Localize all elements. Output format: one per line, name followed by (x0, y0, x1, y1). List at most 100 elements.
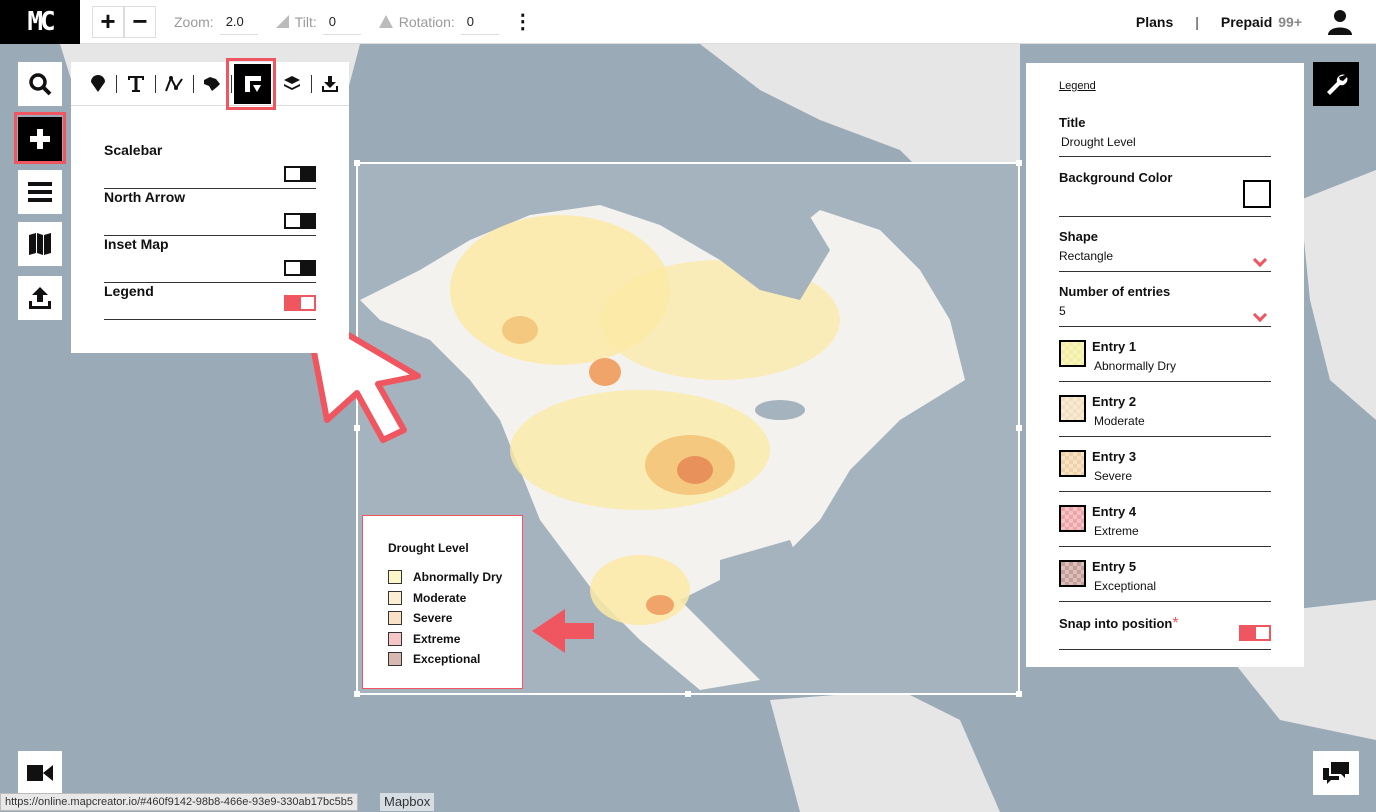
title-input[interactable]: Drought Level (1061, 135, 1271, 149)
map-legend[interactable]: Drought Level Abnormally Dry Moderate Se… (362, 515, 523, 689)
entry-color-swatch[interactable] (1059, 450, 1086, 477)
entry-name: Entry 4 (1092, 504, 1137, 519)
inset-map-option: Inset Map (104, 236, 316, 283)
legend-entry: Entry 3 Severe (1059, 449, 1271, 492)
entry-color-swatch[interactable] (1059, 340, 1086, 367)
drought-zone-mexico-core (646, 595, 674, 615)
entries-count-select[interactable]: 5 (1059, 304, 1271, 318)
frame-handle-tr[interactable] (1016, 160, 1022, 166)
entry-label-input[interactable]: Moderate (1094, 414, 1145, 428)
status-url: https://online.mapcreator.io/#460f9142-9… (0, 793, 358, 811)
zoom-in-button[interactable]: + (92, 5, 124, 38)
legend-item-label: Moderate (413, 590, 467, 605)
frame-handle-mr[interactable] (1016, 425, 1022, 431)
chat-button[interactable] (1313, 751, 1359, 795)
tab-route[interactable] (156, 64, 193, 104)
snap-toggle[interactable] (1239, 625, 1271, 641)
shape-select[interactable]: Rectangle (1059, 249, 1271, 263)
legend-option: Legend (104, 283, 316, 320)
entry-label-input[interactable]: Severe (1094, 469, 1132, 483)
entry-name: Entry 5 (1092, 559, 1137, 574)
tab-marker[interactable] (79, 64, 116, 104)
entry-label-input[interactable]: Extreme (1094, 524, 1139, 538)
more-options-icon[interactable]: ⋮ (513, 9, 533, 34)
app-logo[interactable]: MC (0, 0, 80, 44)
frame-handle-bl[interactable] (354, 691, 360, 697)
frame-handle-bm[interactable] (685, 691, 691, 697)
drought-zone-us (510, 390, 770, 510)
entries-count-field[interactable]: Number of entries 5 (1059, 284, 1271, 327)
scalebar-toggle[interactable] (284, 166, 316, 182)
background-color-field: Background Color (1059, 170, 1271, 217)
legend-entry: Entry 5 Exceptional (1059, 559, 1271, 602)
text-icon (127, 75, 144, 92)
search-button[interactable] (18, 62, 62, 106)
bg-color-swatch[interactable] (1243, 180, 1271, 208)
tilt-input[interactable]: 0 (322, 9, 361, 35)
route-icon (165, 75, 184, 91)
north-arrow-label: North Arrow (104, 189, 186, 205)
panel-breadcrumb[interactable]: Legend (1059, 80, 1096, 92)
menu-button[interactable] (18, 170, 62, 214)
frame-handle-tl[interactable] (354, 160, 360, 166)
entry-label-input[interactable]: Exceptional (1094, 579, 1156, 593)
title-label: Title (1059, 115, 1086, 130)
drought-zone-bc (502, 316, 538, 344)
settings-button[interactable] (1313, 62, 1359, 106)
rotation-input[interactable]: 0 (460, 9, 499, 35)
user-icon[interactable] (1328, 9, 1352, 35)
chat-icon (1323, 762, 1349, 784)
download-icon (322, 75, 339, 92)
legend-item-label: Abnormally Dry (413, 570, 503, 585)
legend-item: Severe (388, 608, 522, 629)
bg-color-label: Background Color (1059, 170, 1173, 185)
tilt-label: Tilt: (294, 13, 317, 30)
shape-field[interactable]: Shape Rectangle (1059, 229, 1271, 272)
legend-title: Drought Level (388, 541, 469, 555)
tilt-icon (275, 15, 289, 28)
north-arrow-option: North Arrow (104, 189, 316, 236)
north-arrow-toggle[interactable] (284, 213, 316, 229)
frame-handle-br[interactable] (1016, 691, 1022, 697)
legend-toggle[interactable] (284, 295, 316, 311)
drought-zone-core (677, 456, 713, 484)
map-elements-tab-highlight (226, 58, 276, 110)
tool-tabs (71, 62, 349, 106)
hamburger-icon (28, 182, 52, 202)
entry-label-input[interactable]: Abnormally Dry (1094, 359, 1176, 373)
entry-color-swatch[interactable] (1059, 395, 1086, 422)
wrench-icon (1327, 74, 1348, 95)
frame-handle-ml[interactable] (354, 425, 360, 431)
legend-item: Exceptional (388, 649, 522, 670)
inset-map-toggle[interactable] (284, 260, 316, 276)
legend-item-label: Severe (413, 611, 453, 626)
drought-zone-prairie (589, 358, 621, 386)
zoom-input[interactable]: 2.0 (219, 9, 258, 35)
map-attribution[interactable]: Mapbox (380, 793, 435, 811)
legend-swatch (388, 590, 402, 605)
legend-item: Extreme (388, 629, 522, 650)
tab-layers[interactable] (273, 64, 310, 104)
legend-item-label: Exceptional (413, 652, 481, 667)
entry-name: Entry 3 (1092, 449, 1137, 464)
account-nav: Plans | Prepaid 99+ (1136, 0, 1352, 44)
entry-name: Entry 2 (1092, 394, 1137, 409)
search-icon (29, 73, 52, 96)
prepaid-link[interactable]: Prepaid (1221, 14, 1272, 30)
video-button[interactable] (18, 751, 62, 795)
upload-button[interactable] (18, 276, 62, 320)
entry-color-swatch[interactable] (1059, 560, 1086, 587)
layers-icon (284, 75, 301, 90)
map-style-button[interactable] (18, 222, 62, 266)
zoom-controls: + − (92, 5, 156, 38)
zoom-out-button[interactable]: − (124, 5, 156, 38)
plans-link[interactable]: Plans (1136, 14, 1173, 30)
snap-label: Snap into position (1059, 616, 1173, 631)
tab-text[interactable] (117, 64, 154, 104)
zoom-label: Zoom: (174, 13, 214, 30)
tab-download[interactable] (312, 64, 349, 104)
legend-swatch (388, 611, 402, 626)
entry-color-swatch[interactable] (1059, 505, 1086, 532)
area-icon (204, 76, 221, 91)
title-field: Title Drought Level (1059, 115, 1271, 157)
